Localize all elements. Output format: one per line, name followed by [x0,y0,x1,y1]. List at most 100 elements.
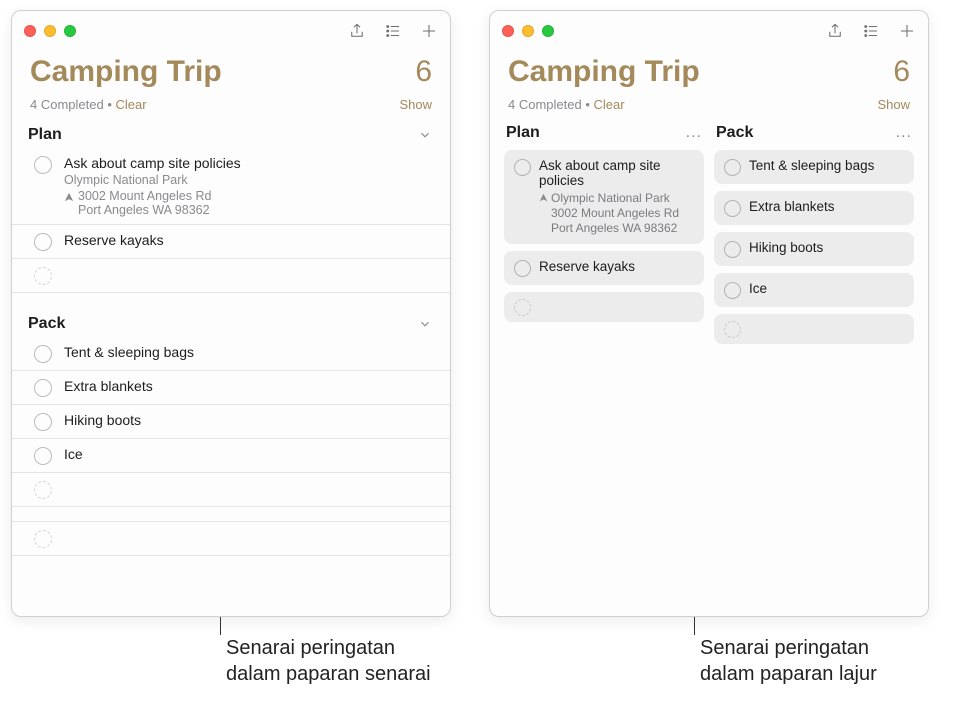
location-icon [64,191,74,205]
reminder-card[interactable]: Ice [714,273,914,307]
complete-toggle[interactable] [34,413,52,431]
section-title: Plan [28,126,62,144]
add-reminder-circle[interactable] [724,321,741,338]
complete-toggle[interactable] [514,159,531,176]
traffic-lights [24,25,76,37]
list-icon[interactable] [384,22,402,40]
reminder-title: Reserve kayaks [64,232,432,248]
close-button[interactable] [24,25,36,37]
section-title: Pack [716,124,753,142]
traffic-lights [502,25,554,37]
clear-button[interactable]: Clear [116,97,147,112]
add-icon[interactable] [420,22,438,40]
reminder-title: Ask about camp site policies [539,158,694,188]
section-header-pack[interactable]: Pack [12,311,450,337]
completed-count-text: 4 Completed [30,97,104,112]
reminder-card[interactable]: Extra blankets [714,191,914,225]
add-reminder-circle[interactable] [34,267,52,285]
complete-toggle[interactable] [34,379,52,397]
minimize-button[interactable] [44,25,56,37]
complete-toggle[interactable] [34,156,52,174]
reminder-card[interactable]: Reserve kayaks [504,251,704,285]
chevron-down-icon[interactable] [418,317,432,331]
reminder-row[interactable]: Ice [12,439,450,473]
complete-toggle[interactable] [724,159,741,176]
location-name: Olympic National Park [551,191,679,206]
reminder-title: Hiking boots [749,240,904,255]
reminder-title: Ice [64,446,432,462]
reminder-title: Extra blankets [64,378,432,394]
section-header-plan[interactable]: Plan [12,122,450,148]
reminder-title: Extra blankets [749,199,904,214]
new-reminder-row[interactable] [12,473,450,507]
reminder-row[interactable]: Tent & sleeping bags [12,337,450,371]
complete-toggle[interactable] [34,233,52,251]
column-header-plan[interactable]: Plan ... [504,122,704,150]
list-subheader: 4 Completed • Clear Show [12,95,450,122]
clear-button[interactable]: Clear [594,97,625,112]
new-reminder-card[interactable] [504,292,704,322]
completed-count-text: 4 Completed [508,97,582,112]
complete-toggle[interactable] [724,200,741,217]
reminder-card[interactable]: Tent & sleeping bags [714,150,914,184]
minimize-button[interactable] [522,25,534,37]
complete-toggle[interactable] [724,241,741,258]
list-header: Camping Trip 6 [12,51,450,95]
reminder-row[interactable]: Ask about camp site policies Olympic Nat… [12,148,450,225]
reminder-card[interactable]: Hiking boots [714,232,914,266]
section-title: Pack [28,315,65,333]
reminder-title: Hiking boots [64,412,432,428]
callout-text: dalam paparan senarai [226,661,431,687]
titlebar [490,11,928,51]
show-button[interactable]: Show [399,97,432,112]
fullscreen-button[interactable] [64,25,76,37]
reminder-card[interactable]: Ask about camp site policies Olympic Nat… [504,150,704,244]
complete-toggle[interactable] [514,260,531,277]
column-header-pack[interactable]: Pack ... [714,122,914,150]
share-icon[interactable] [826,22,844,40]
reminder-row[interactable]: Reserve kayaks [12,225,450,259]
more-icon[interactable]: ... [686,124,702,142]
location-addr-line2: Port Angeles WA 98362 [551,221,679,236]
more-icon[interactable]: ... [896,124,912,142]
callout-column-view: Senarai peringatan dalam paparan lajur [694,635,877,687]
list-icon[interactable] [862,22,880,40]
callout-text: Senarai peringatan [700,635,877,661]
column-plan: Plan ... Ask about camp site policies Ol… [504,122,704,616]
chevron-down-icon[interactable] [418,128,432,142]
callout-list-view: Senarai peringatan dalam paparan senarai [220,635,431,687]
fullscreen-button[interactable] [542,25,554,37]
location-addr-line1: 3002 Mount Angeles Rd [551,206,679,221]
new-reminder-row[interactable] [12,521,450,556]
show-button[interactable]: Show [877,97,910,112]
list-count: 6 [893,55,910,89]
column-view-body: Plan ... Ask about camp site policies Ol… [490,122,928,616]
add-reminder-circle[interactable] [514,299,531,316]
add-reminder-circle[interactable] [34,530,52,548]
completed-status: 4 Completed • Clear [30,97,147,112]
new-reminder-row[interactable] [12,259,450,293]
share-icon[interactable] [348,22,366,40]
list-title: Camping Trip [508,55,700,89]
close-button[interactable] [502,25,514,37]
reminder-row[interactable]: Hiking boots [12,405,450,439]
complete-toggle[interactable] [34,447,52,465]
list-title: Camping Trip [30,55,222,89]
new-reminder-card[interactable] [714,314,914,344]
reminder-title: Ice [749,281,904,296]
toolbar [826,22,916,40]
column-pack: Pack ... Tent & sleeping bags Extra blan… [714,122,914,616]
location-addr-line1: 3002 Mount Angeles Rd [78,189,211,203]
reminder-title: Tent & sleeping bags [749,158,904,173]
complete-toggle[interactable] [34,345,52,363]
reminder-row[interactable]: Extra blankets [12,371,450,405]
titlebar [12,11,450,51]
reminders-window-column-view: Camping Trip 6 4 Completed • Clear Show … [489,10,929,617]
list-header: Camping Trip 6 [490,51,928,95]
add-reminder-circle[interactable] [34,481,52,499]
add-icon[interactable] [898,22,916,40]
location-name: Olympic National Park [64,173,188,187]
toolbar [348,22,438,40]
list-count: 6 [415,55,432,89]
complete-toggle[interactable] [724,282,741,299]
